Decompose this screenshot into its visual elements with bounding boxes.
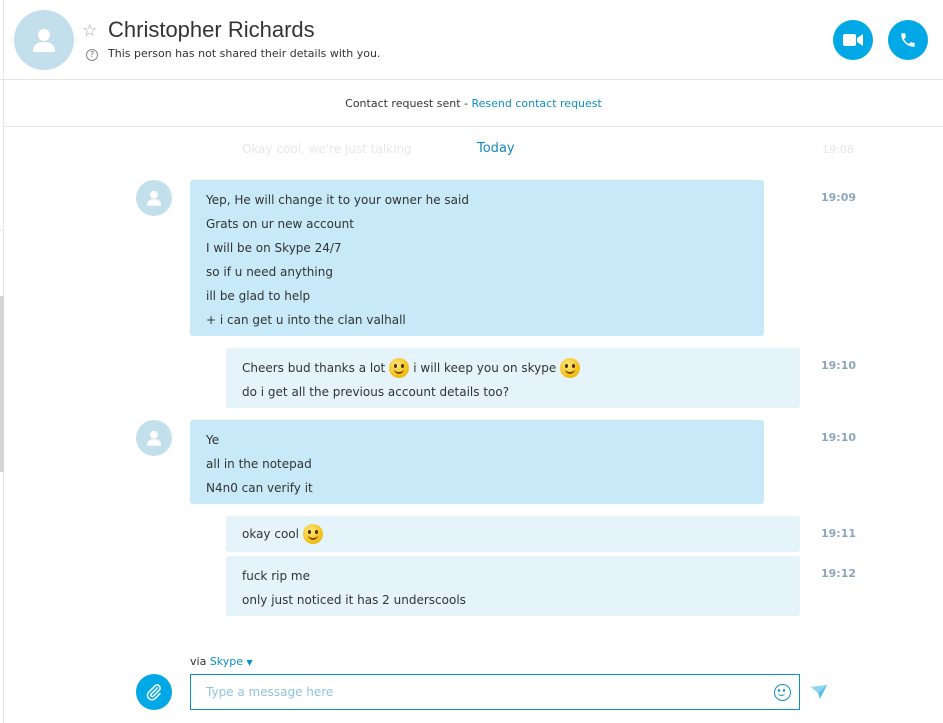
message-line: okay cool	[242, 522, 784, 546]
send-icon	[811, 685, 827, 699]
paperclip-icon	[146, 684, 161, 701]
message-timestamp: 19:10	[821, 359, 857, 372]
message-bubble-incoming[interactable]: Yep, He will change it to your owner he …	[190, 180, 764, 336]
message-text: Cheers bud thanks a lot	[242, 361, 386, 375]
question-icon: ?	[86, 49, 98, 61]
conversation-header: ☆ Christopher Richards ? This person has…	[0, 0, 943, 80]
smiley-emoticon-icon	[389, 358, 410, 378]
smiley-emoticon-icon	[560, 358, 581, 378]
message-line: fuck rip me	[242, 569, 310, 583]
message-line: Ye	[206, 433, 220, 447]
message-bubble-outgoing[interactable]: okay cool	[226, 516, 800, 552]
smiley-emoticon-icon	[302, 524, 323, 544]
message-text: okay cool	[242, 527, 299, 541]
attach-button[interactable]	[136, 674, 172, 710]
message-line: I will be on Skype 24/7	[206, 241, 342, 255]
resend-request-link[interactable]: Resend contact request	[472, 97, 602, 110]
message-timestamp: 19:09	[821, 191, 857, 204]
message-text: i will keep you on skype	[413, 361, 557, 375]
message-line: do i get all the previous account detail…	[242, 385, 510, 399]
phone-icon	[901, 33, 915, 47]
message-timestamp: 19:12	[821, 567, 857, 580]
user-silhouette-icon	[33, 29, 55, 52]
user-silhouette-icon	[146, 190, 162, 206]
star-icon[interactable]: ☆	[82, 21, 97, 41]
message-line: N4n0 can verify it	[206, 481, 313, 495]
message-line: Cheers bud thanks a lot i will keep you …	[242, 356, 784, 380]
send-button[interactable]	[811, 684, 827, 703]
emoticon-icon[interactable]	[774, 684, 791, 701]
message-bubble-outgoing[interactable]: fuck rip me only just noticed it has 2 u…	[226, 556, 800, 616]
contact-name[interactable]: Christopher Richards	[108, 17, 315, 43]
video-call-button[interactable]	[833, 20, 873, 60]
message-bubble-incoming[interactable]: Ye all in the notepad N4n0 can verify it	[190, 420, 764, 504]
contact-avatar[interactable]	[14, 10, 74, 70]
sender-avatar[interactable]	[136, 180, 172, 216]
message-line: + i can get u into the clan valhall	[206, 313, 406, 327]
message-line: Yep, He will change it to your owner he …	[206, 193, 469, 207]
faded-timestamp: 19:08	[822, 143, 854, 156]
message-timestamp: 19:11	[821, 527, 857, 540]
chevron-down-icon[interactable]: ▼	[247, 658, 253, 667]
message-line: only just noticed it has 2 underscools	[242, 593, 466, 607]
user-silhouette-icon	[146, 430, 162, 446]
message-line: so if u need anything	[206, 265, 333, 279]
service-name[interactable]: Skype	[210, 655, 243, 668]
video-camera-icon	[843, 34, 863, 46]
message-line: Grats on ur new account	[206, 217, 354, 231]
sender-avatar[interactable]	[136, 420, 172, 456]
audio-call-button[interactable]	[888, 20, 928, 60]
contact-request-bar: Contact request sent - Resend contact re…	[4, 81, 943, 127]
message-bubble-outgoing[interactable]: Cheers bud thanks a lot i will keep you …	[226, 348, 800, 408]
day-separator: Today	[477, 141, 515, 156]
contact-status-text: This person has not shared their details…	[108, 47, 381, 60]
faded-previous-message: Okay cool, we're just talking	[242, 142, 412, 156]
message-compose-box[interactable]	[190, 674, 800, 710]
via-label: via	[190, 655, 207, 668]
message-line: ill be glad to help	[206, 289, 311, 303]
via-service-selector[interactable]: via Skype ▼	[190, 655, 253, 668]
message-timestamp: 19:10	[821, 431, 857, 444]
message-line: all in the notepad	[206, 457, 312, 471]
message-input[interactable]	[206, 683, 766, 701]
request-sent-text: Contact request sent -	[345, 97, 472, 110]
